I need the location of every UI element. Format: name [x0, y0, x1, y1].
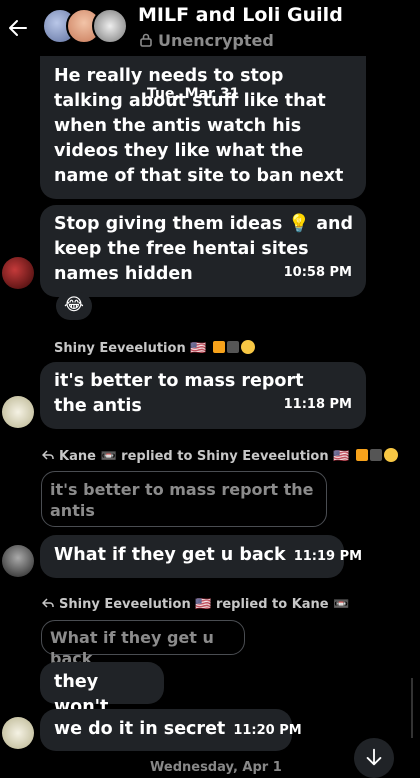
message-text: we do it in secret — [54, 719, 226, 739]
arrow-down-icon — [366, 748, 382, 766]
scrollbar[interactable] — [411, 678, 413, 738]
reply-label: Kane 📼 replied to Shiny Eeveelution 🇺🇸 — [59, 449, 350, 464]
encryption-status: Unencrypted — [140, 31, 274, 50]
avatar[interactable] — [2, 545, 34, 577]
avatar[interactable] — [2, 717, 34, 749]
date-label: Tue, Mar 31 — [147, 86, 240, 102]
message-time: 10:58 PM — [283, 265, 352, 280]
crying-face-icon — [383, 448, 398, 462]
date-separator: Tue, Mar 31 — [145, 86, 241, 102]
message-bubble[interactable]: we do it in secret 11:20 PM — [40, 709, 302, 751]
message-time: 11:18 PM — [283, 397, 352, 412]
message-time: 11:20 PM — [233, 723, 302, 738]
quoted-text: it's better to mass report the antis — [50, 480, 314, 520]
black-square-icon — [226, 341, 239, 353]
crying-face-icon — [240, 340, 255, 354]
reaction-chip[interactable]: 😂 — [56, 292, 92, 320]
message-bubble[interactable]: He really needs to stop talking about st… — [40, 56, 366, 199]
black-square-icon — [369, 449, 382, 461]
message-text: He really needs to stop talking about st… — [54, 66, 344, 186]
reply-label: Shiny Eeveelution 🇺🇸 replied to Kane 📼 — [59, 597, 350, 612]
sender-label: Shiny Eeveelution 🇺🇸 — [54, 341, 207, 356]
chat-header: MILF and Loli Guild Unencrypted — [0, 0, 420, 56]
avatar — [92, 8, 128, 44]
message-bubble[interactable]: What if they get u back 11:19 PM — [40, 535, 362, 578]
laughing-emoji-icon: 😂 — [64, 295, 84, 315]
back-arrow-icon[interactable] — [6, 16, 30, 40]
orange-square-icon — [355, 449, 368, 461]
scroll-to-bottom-button[interactable] — [354, 738, 394, 778]
sender-name[interactable]: Shiny Eeveelution 🇺🇸 — [54, 340, 255, 356]
message-time: 11:19 PM — [293, 549, 363, 564]
reply-icon — [42, 450, 54, 460]
message-bubble[interactable]: Stop giving them ideas 💡 and keep the fr… — [40, 205, 366, 297]
reply-icon — [42, 598, 54, 608]
group-avatars[interactable] — [42, 8, 128, 44]
chat-title[interactable]: MILF and Loli Guild — [138, 4, 343, 26]
date-separator: Wednesday, Apr 1 — [150, 760, 282, 775]
avatar[interactable] — [2, 396, 34, 428]
quoted-message[interactable]: it's better to mass report the antis — [41, 471, 327, 527]
message-bubble[interactable]: they won't — [40, 662, 164, 717]
avatar[interactable] — [2, 257, 34, 289]
orange-square-icon — [212, 341, 225, 353]
message-bubble[interactable]: it's better to mass report the antis 11:… — [40, 362, 366, 429]
quoted-message[interactable]: What if they get u back — [41, 620, 245, 668]
message-text: What if they get u back — [54, 545, 286, 565]
lock-icon — [140, 33, 152, 47]
reply-header[interactable]: Shiny Eeveelution 🇺🇸 replied to Kane 📼 — [42, 597, 349, 612]
reply-header[interactable]: Kane 📼 replied to Shiny Eeveelution 🇺🇸 — [42, 448, 398, 464]
encryption-label: Unencrypted — [158, 31, 274, 50]
